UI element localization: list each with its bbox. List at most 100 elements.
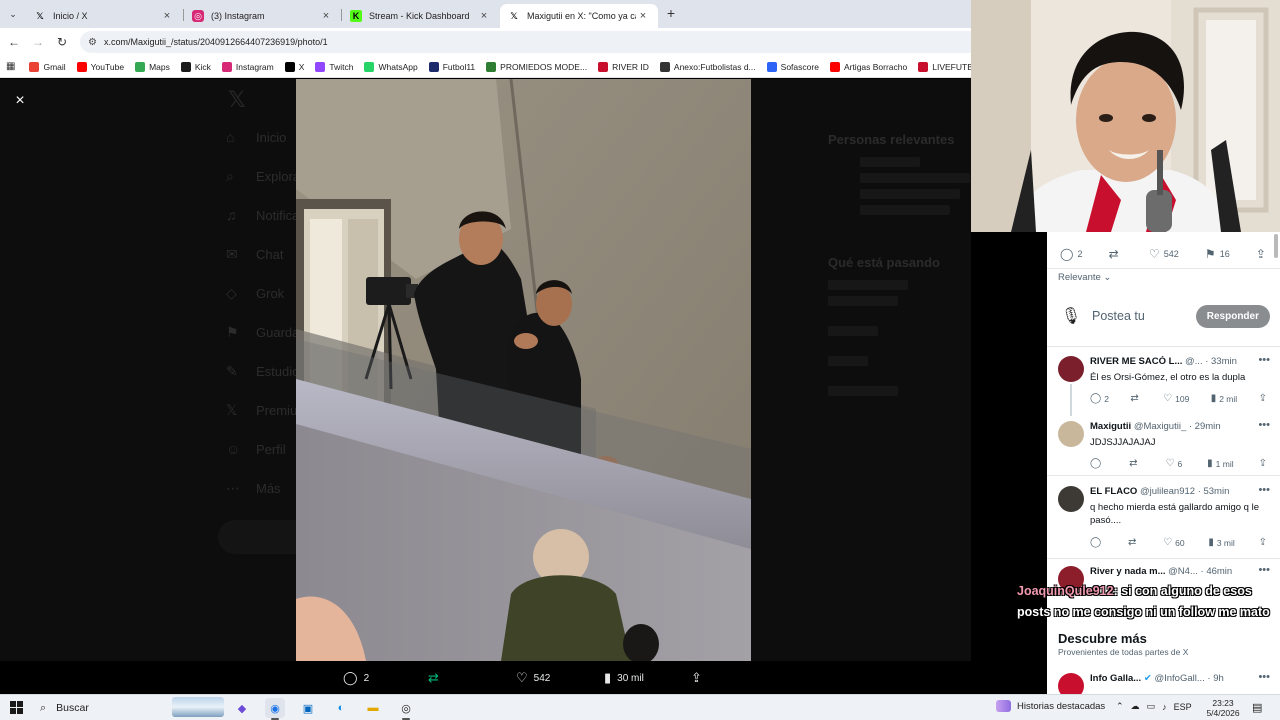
more-options-icon[interactable]: •••: [1258, 419, 1270, 431]
apps-grid-icon[interactable]: ▦: [6, 61, 15, 72]
author-name[interactable]: River y nada m...: [1090, 566, 1166, 577]
share-button[interactable]: ⇪: [1259, 537, 1270, 548]
reload-icon[interactable]: ↻: [54, 34, 70, 50]
windows-start-icon[interactable]: [10, 701, 23, 714]
share-metric[interactable]: ⇪: [1256, 247, 1270, 261]
more-options-icon[interactable]: •••: [1258, 354, 1270, 366]
bookmark-3[interactable]: Kick: [180, 61, 211, 72]
tab-inicio-x[interactable]: 𝕏 Inicio / X ×: [26, 4, 182, 28]
close-icon[interactable]: ×: [319, 10, 333, 22]
author-name[interactable]: EL FLACO: [1090, 486, 1137, 497]
obs-icon[interactable]: ◎: [396, 698, 416, 718]
close-icon[interactable]: ×: [160, 10, 174, 22]
views-button[interactable]: ▮ 2 mil: [1211, 393, 1237, 404]
nav-icon: ⚑: [226, 324, 239, 340]
bookmark-6[interactable]: Twitch: [315, 61, 353, 72]
bookmark-7[interactable]: WhatsApp: [364, 61, 418, 72]
language-indicator[interactable]: ESP: [1174, 702, 1192, 712]
forward-arrow-icon[interactable]: →: [30, 34, 46, 50]
bookmark-8[interactable]: Futbol11: [428, 61, 475, 72]
share-button[interactable]: ⇪: [691, 670, 708, 686]
bookmark-12[interactable]: Sofascore: [766, 61, 819, 72]
more-options-icon[interactable]: •••: [1258, 564, 1270, 576]
widgets-button[interactable]: Historias destacadas: [996, 700, 1105, 712]
tab-maxigutii-post[interactable]: 𝕏 Maxigutii en X: "Como ya casi c ×: [500, 4, 658, 28]
views-button[interactable]: ▮ 3 mil: [1208, 537, 1234, 548]
views-button[interactable]: ▮ 1 mil: [1207, 458, 1233, 469]
bookmark-metric[interactable]: ⚑ 16: [1205, 247, 1230, 261]
like-button[interactable]: ♡ 6: [1166, 458, 1183, 469]
bookmark-13[interactable]: Artigas Borracho: [829, 61, 907, 72]
views-button[interactable]: ▮ 30 mil: [604, 670, 644, 686]
bookmark-11[interactable]: Anexo:Futbolistas d...: [659, 61, 756, 72]
clock[interactable]: 23:23 5/4/2026: [1205, 698, 1241, 718]
microsoft-store-icon[interactable]: ▣: [298, 698, 318, 718]
reply-input[interactable]: Postea tu: [1092, 309, 1196, 323]
reply-submit-button[interactable]: Responder: [1195, 304, 1270, 328]
close-icon[interactable]: ×: [477, 10, 491, 22]
bookmark-14[interactable]: LIVEFUTBOL: [918, 61, 971, 72]
bookmark-10[interactable]: RIVER ID: [598, 61, 649, 72]
address-bar[interactable]: ⚙ x.com/Maxigutii_/status/20409126644072…: [80, 31, 971, 53]
share-button[interactable]: ⇪: [1259, 458, 1270, 469]
discover-item[interactable]: Info Galla... ✔ @InfoGall... · 9h •••: [1058, 671, 1270, 694]
panel-gap: [971, 232, 1047, 694]
tab-kick-dashboard[interactable]: K Stream - Kick Dashboard ×: [342, 4, 499, 28]
copilot-icon[interactable]: ◆: [232, 698, 252, 718]
repost-button[interactable]: ⇄: [428, 670, 445, 686]
sort-dropdown[interactable]: Relevante ⌄: [1058, 272, 1111, 283]
author-name[interactable]: RIVER ME SACÓ L...: [1090, 356, 1182, 367]
repost-metric[interactable]: ⇄: [1109, 247, 1123, 261]
site-info-icon[interactable]: ⚙: [88, 37, 98, 48]
like-metric[interactable]: ♡ 542: [1149, 247, 1179, 261]
tab-search-chevron-icon[interactable]: ⌄: [4, 5, 22, 23]
author-name[interactable]: Maxigutii: [1090, 421, 1131, 432]
notification-icon[interactable]: ▤: [1252, 701, 1262, 714]
file-explorer-icon[interactable]: ▬: [363, 698, 383, 718]
close-icon[interactable]: ×: [636, 10, 650, 22]
chrome-icon[interactable]: ◉: [265, 698, 285, 718]
more-options-icon[interactable]: •••: [1258, 484, 1270, 496]
like-button[interactable]: ♡ 60: [1163, 537, 1184, 548]
tab-instagram[interactable]: ◎ (3) Instagram ×: [184, 4, 341, 28]
onedrive-icon[interactable]: ☁: [1131, 701, 1140, 712]
bookmark-5[interactable]: X: [284, 61, 304, 72]
bookmark-1[interactable]: YouTube: [76, 61, 124, 72]
chevron-up-icon[interactable]: ⌃: [1116, 701, 1124, 712]
repost-button[interactable]: ⇄: [1130, 393, 1141, 404]
repost-button[interactable]: ⇄: [1128, 537, 1139, 548]
comment-item[interactable]: EL FLACO @julilean912 · 53min ••• q hech…: [1058, 484, 1270, 554]
bookmark-4[interactable]: Instagram: [221, 61, 274, 72]
bookmark-0[interactable]: Gmail: [29, 61, 66, 72]
avatar[interactable]: [1058, 486, 1084, 512]
reply-button[interactable]: ◯: [1090, 537, 1104, 548]
edge-icon[interactable]: ◐: [331, 698, 351, 718]
avatar[interactable]: [1058, 421, 1084, 447]
reply-metric[interactable]: ◯ 2: [1060, 247, 1082, 261]
back-arrow-icon[interactable]: ←: [6, 34, 22, 50]
bookmark-2[interactable]: Maps: [135, 61, 170, 72]
author-name[interactable]: Info Galla...: [1090, 673, 1141, 684]
scrollbar-thumb[interactable]: [1274, 234, 1278, 258]
new-tab-icon[interactable]: +: [663, 5, 679, 21]
system-tray: ⌃ ☁ ▭ ♪ ESP: [1116, 701, 1199, 712]
reply-button[interactable]: ◯ 2: [343, 670, 369, 686]
reply-button[interactable]: ◯: [1090, 458, 1104, 469]
reply-button[interactable]: ◯ 2: [1090, 393, 1109, 404]
like-button[interactable]: ♡ 109: [1163, 393, 1189, 404]
comment-item[interactable]: Maxigutii @Maxigutii_ · 29min ••• JDJSJJ…: [1058, 419, 1270, 477]
search-highlight-image[interactable]: [172, 697, 224, 717]
bookmark-9[interactable]: PROMIEDOS MODE...: [486, 61, 587, 72]
volume-icon[interactable]: ♪: [1162, 702, 1167, 712]
comment-item[interactable]: RIVER ME SACÓ L... @... · 33min ••• Él e…: [1058, 354, 1270, 416]
repost-button[interactable]: ⇄: [1129, 458, 1140, 469]
url-text[interactable]: x.com/Maxigutii_/status/2040912664407236…: [104, 37, 328, 47]
share-button[interactable]: ⇪: [1259, 393, 1270, 404]
more-options-icon[interactable]: •••: [1258, 671, 1270, 683]
like-button[interactable]: ♡ 542: [516, 670, 550, 686]
views-chart-icon: ▮: [1208, 537, 1214, 548]
network-icon[interactable]: ▭: [1147, 701, 1156, 712]
avatar[interactable]: [1058, 356, 1084, 382]
avatar[interactable]: [1058, 673, 1084, 694]
close-photo-button[interactable]: ×: [9, 90, 31, 112]
